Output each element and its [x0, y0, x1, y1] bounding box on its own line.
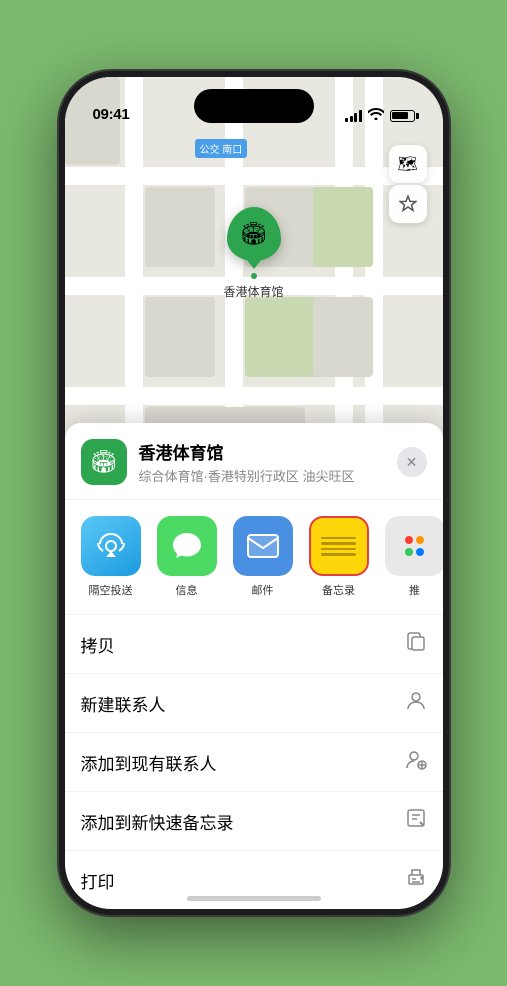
- venue-info: 香港体育馆 综合体育馆·香港特别行政区 油尖旺区: [139, 439, 397, 485]
- action-print-label: 打印: [81, 868, 115, 893]
- battery-fill: [392, 112, 408, 119]
- wifi-icon: [368, 108, 384, 123]
- battery-icon: [390, 110, 415, 122]
- notes-icon: [309, 516, 369, 576]
- map-controls: 🗺: [389, 145, 427, 223]
- more-label: 推: [409, 582, 420, 598]
- dynamic-island: [194, 89, 314, 123]
- airdrop-icon: [81, 516, 141, 576]
- new-contact-icon: [405, 689, 427, 717]
- share-row: 隔空投送 信息: [65, 500, 443, 615]
- home-indicator: [187, 896, 321, 901]
- signal-bars-icon: [345, 110, 362, 122]
- share-item-airdrop[interactable]: 隔空投送: [81, 516, 141, 598]
- copy-icon: [405, 630, 427, 658]
- action-quick-note[interactable]: 添加到新快速备忘录: [65, 792, 443, 851]
- status-time: 09:41: [93, 106, 130, 123]
- marker-dot: [250, 273, 256, 279]
- close-button[interactable]: ✕: [397, 447, 427, 477]
- action-add-existing-label: 添加到现有联系人: [81, 750, 217, 775]
- stadium-marker[interactable]: 🏟 香港体育馆: [223, 207, 283, 300]
- map-type-button[interactable]: 🗺: [389, 145, 427, 183]
- map-road-h3: [65, 387, 443, 405]
- quick-note-icon: [405, 807, 427, 835]
- messages-label: 信息: [176, 582, 198, 598]
- share-item-notes[interactable]: 备忘录: [309, 516, 369, 598]
- messages-icon: [157, 516, 217, 576]
- map-label: 公交 南口: [195, 139, 248, 158]
- marker-label: 香港体育馆: [223, 283, 283, 300]
- sheet-header: 🏟 香港体育馆 综合体育馆·香港特别行政区 油尖旺区 ✕: [65, 439, 443, 500]
- action-new-contact[interactable]: 新建联系人: [65, 674, 443, 733]
- phone-frame: 09:41: [59, 71, 449, 915]
- status-icons: [345, 108, 415, 123]
- add-existing-icon: [405, 748, 427, 776]
- location-button[interactable]: [389, 185, 427, 223]
- action-quick-note-label: 添加到新快速备忘录: [81, 809, 234, 834]
- action-copy[interactable]: 拷贝: [65, 615, 443, 674]
- share-item-more[interactable]: 推: [385, 516, 443, 598]
- action-list: 拷贝 新建联系人: [65, 615, 443, 909]
- phone-screen: 09:41: [65, 77, 443, 909]
- share-item-messages[interactable]: 信息: [157, 516, 217, 598]
- share-item-mail[interactable]: 邮件: [233, 516, 293, 598]
- print-icon: [405, 866, 427, 894]
- action-add-existing[interactable]: 添加到现有联系人: [65, 733, 443, 792]
- map-road-h: [65, 167, 443, 185]
- venue-name: 香港体育馆: [139, 439, 397, 464]
- notes-label: 备忘录: [322, 582, 355, 598]
- action-new-contact-label: 新建联系人: [81, 691, 166, 716]
- stadium-icon: 🏟: [240, 221, 268, 247]
- bottom-sheet: 🏟 香港体育馆 综合体育馆·香港特别行政区 油尖旺区 ✕: [65, 423, 443, 909]
- venue-desc: 综合体育馆·香港特别行政区 油尖旺区: [139, 466, 397, 485]
- mail-icon: [233, 516, 293, 576]
- marker-pin: 🏟: [226, 207, 280, 261]
- airdrop-label: 隔空投送: [89, 582, 133, 598]
- more-icon: [385, 516, 443, 576]
- mail-label: 邮件: [252, 582, 274, 598]
- action-copy-label: 拷贝: [81, 632, 115, 657]
- venue-icon: 🏟: [81, 439, 127, 485]
